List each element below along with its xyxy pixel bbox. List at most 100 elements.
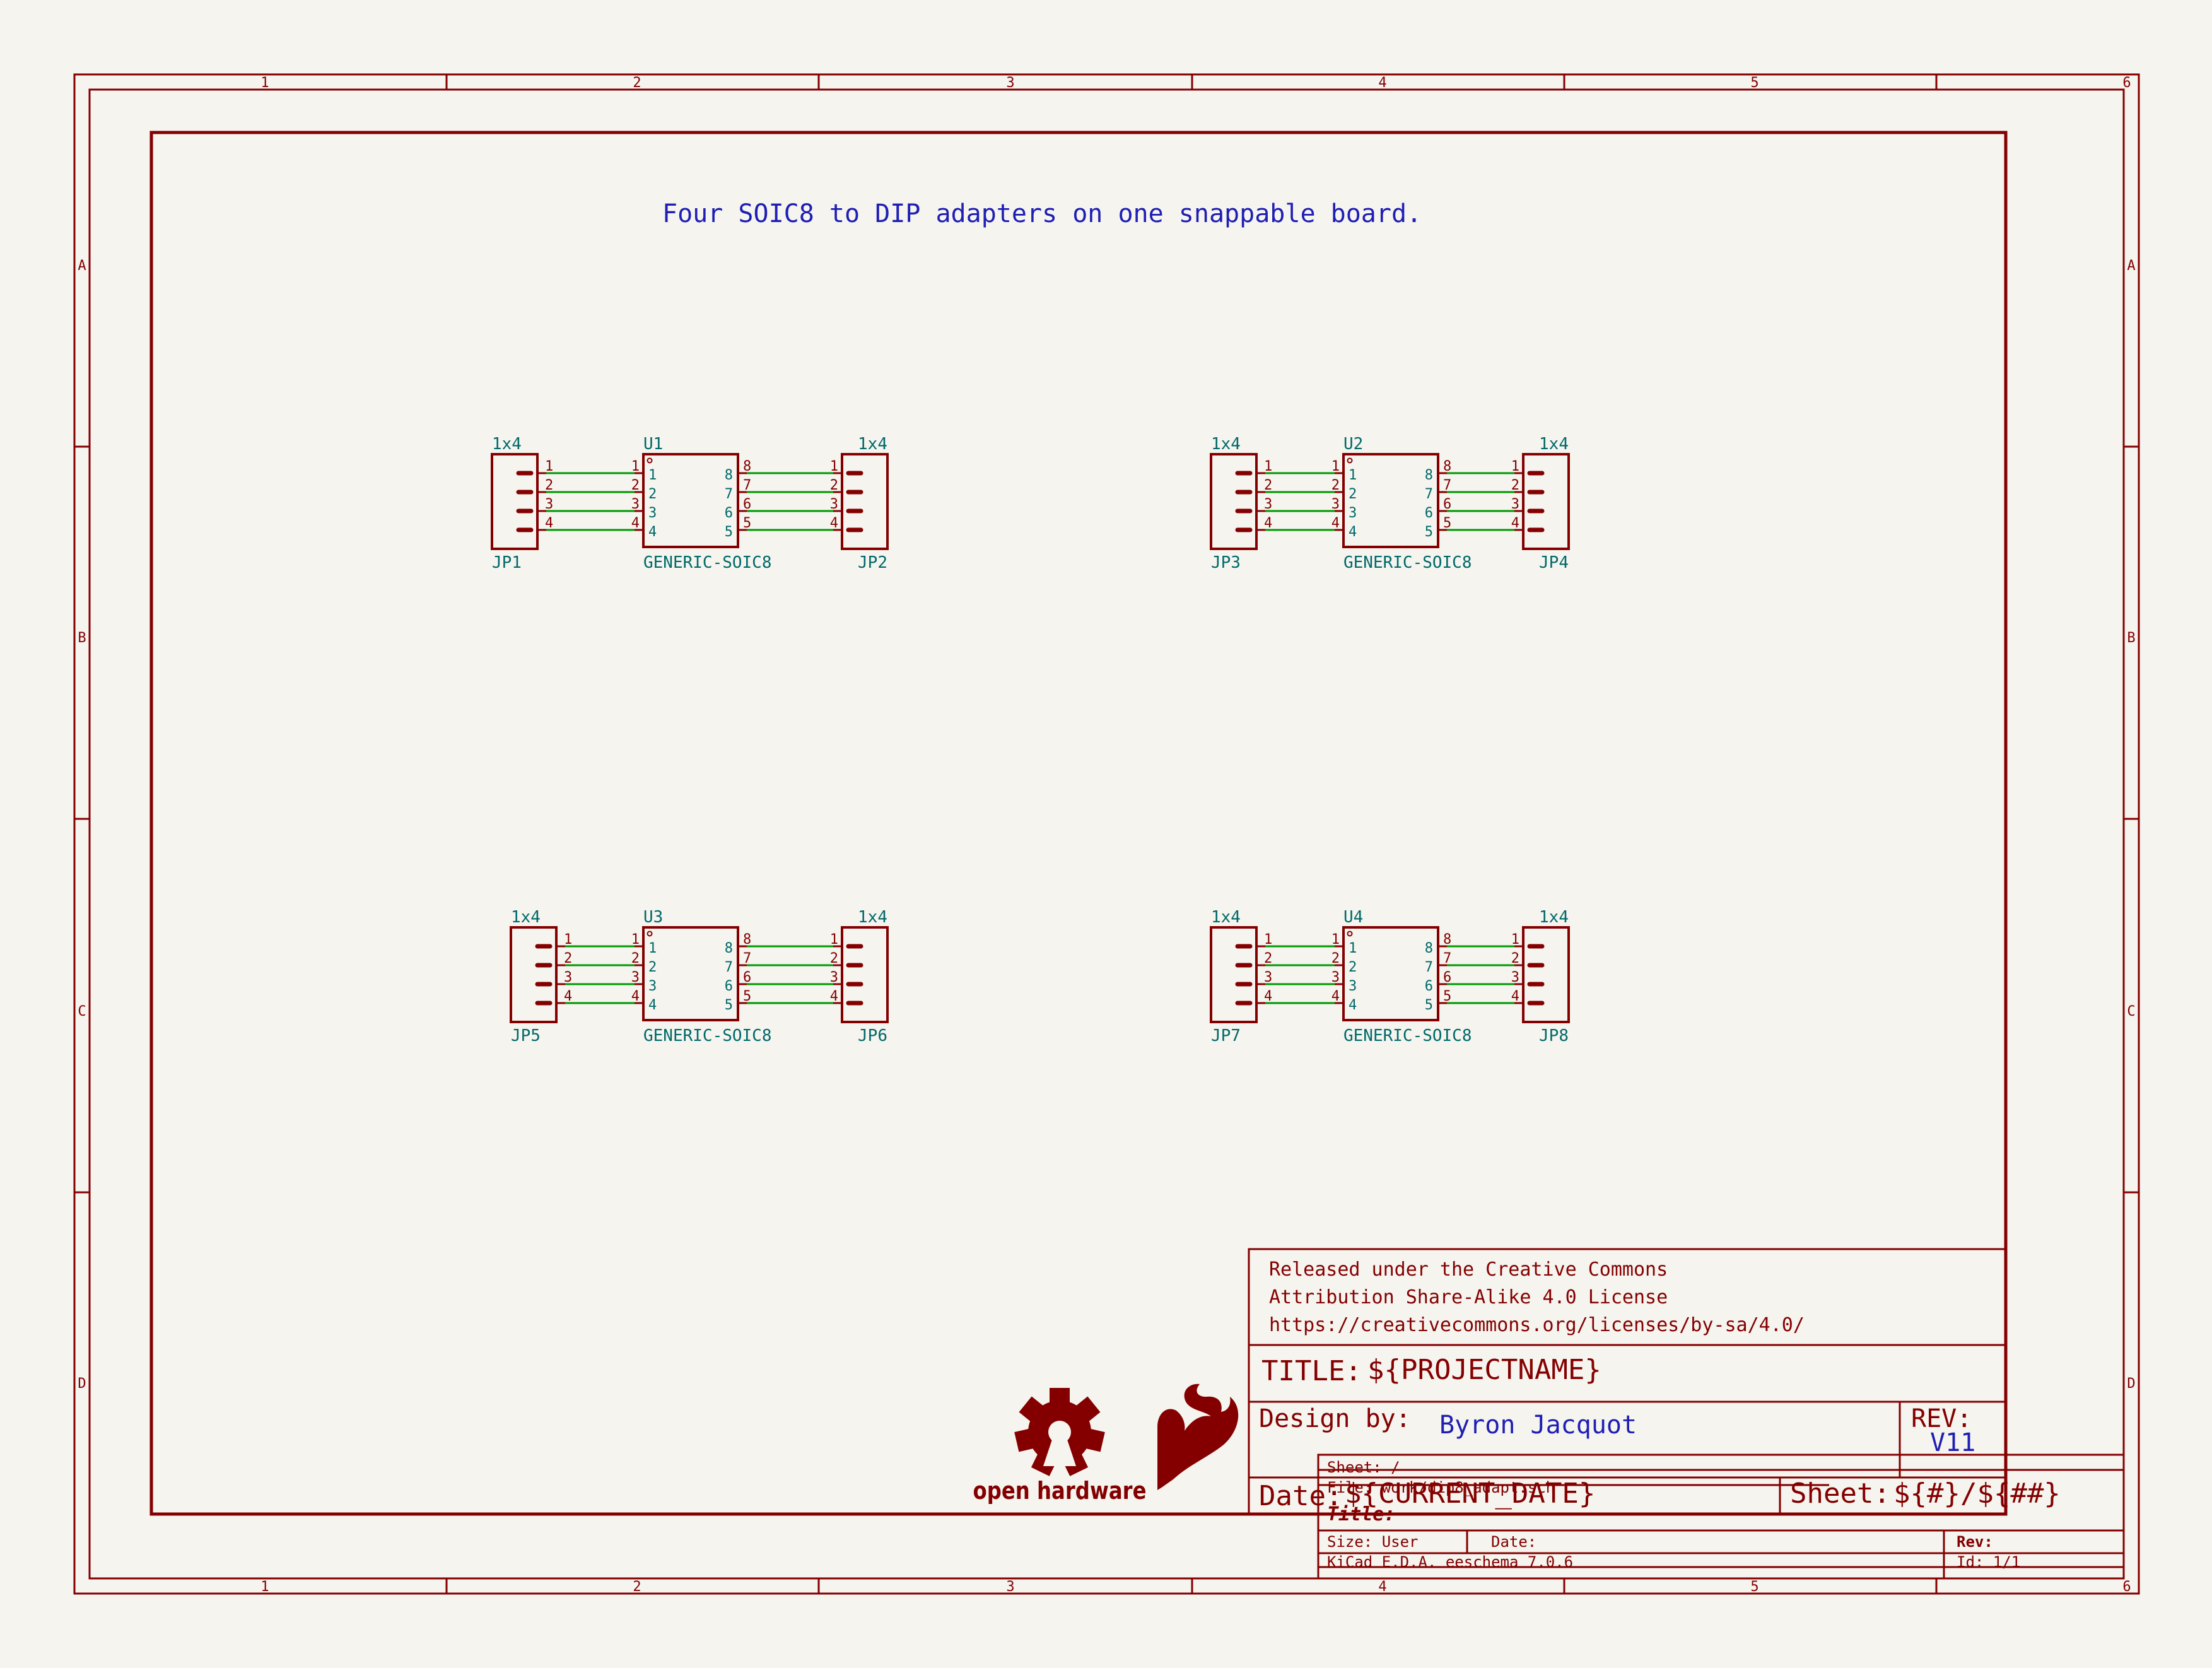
pin-name: 2 (648, 486, 657, 502)
soic-body (1342, 453, 1439, 548)
frame-column-label: 3 (1006, 75, 1014, 91)
pin-number: 2 (631, 478, 640, 493)
kicad-sheet-path: Sheet: / (1327, 1459, 1400, 1476)
pin-name: 2 (648, 960, 657, 975)
pin-number: 1 (1331, 459, 1340, 474)
pin-number: 3 (545, 496, 553, 512)
header-symbol-left (511, 927, 556, 1022)
pin-name: 2 (1349, 486, 1357, 502)
header-ref: JP6 (858, 1026, 887, 1045)
pin-name: 2 (1349, 960, 1357, 975)
pin-number: 1 (830, 932, 838, 948)
frame-column-label: 5 (1750, 1579, 1758, 1595)
pin-name: 7 (725, 486, 733, 502)
pin-name: 7 (1425, 960, 1433, 975)
adapter-2: 1x4JP3U2GENERIC-SOIC81x4JP41 1 8 11 82 2 7 22 73… (1211, 435, 1569, 572)
pin-number: 1 (1511, 459, 1519, 474)
header-body (1211, 454, 1256, 549)
pin-number: 2 (1511, 478, 1519, 493)
schematic-sheet: 112233445566A AB BC CD D Four SOIC8 to DIP a… (73, 73, 2140, 1595)
pin-number: 2 (1264, 478, 1272, 493)
frame-column-label: 2 (633, 75, 641, 91)
pin-number: 2 (631, 951, 640, 966)
pin-number: 2 (1331, 951, 1340, 966)
design-by-label: Design by: (1259, 1404, 1411, 1433)
license-line: Released under the Creative Commons (1269, 1259, 1668, 1281)
kicad-file-name: File: work/dip8_adapt.sch (1327, 1479, 1555, 1496)
kicad-rev: Rev: (1957, 1533, 1993, 1551)
frame-column-label: 6 (2122, 1579, 2131, 1595)
adapter-4: 1x4JP7U4GENERIC-SOIC81x4JP81 1 8 11 82 2 7 22 73… (1211, 908, 1569, 1045)
pin-number: 1 (830, 459, 838, 474)
frame-column-label: 1 (260, 75, 269, 91)
pin-name: 1 (1349, 467, 1357, 483)
gear-icon (1014, 1388, 1105, 1476)
pin-number: 5 (1443, 989, 1451, 1004)
kicad-tool: KiCad E.D.A. eeschema 7.0.6 (1327, 1553, 1573, 1571)
frame-column-label: 4 (1378, 1579, 1386, 1595)
title-label: TITLE: (1261, 1355, 1362, 1387)
pin-number: 4 (1264, 989, 1272, 1004)
designer-name: Byron Jacquot (1439, 1411, 1637, 1440)
header-value: 1x4 (492, 435, 522, 454)
license-line: Attribution Share-Alike 4.0 License (1269, 1286, 1668, 1308)
pin-number: 8 (1443, 459, 1451, 474)
pin-number: 8 (1443, 932, 1451, 948)
pin-number: 4 (830, 515, 838, 531)
frame-row-label: B (78, 630, 86, 646)
adapter-group: 1x4JP1U1GENERIC-SOIC81x4JP21 1 8 11 82 2 7 22 73… (492, 435, 1569, 1045)
pin-number: 1 (1511, 932, 1519, 948)
pin-number: 1 (1331, 932, 1340, 948)
pin-name: 5 (1425, 997, 1433, 1013)
pin-name: 6 (725, 505, 733, 521)
pin-number: 2 (564, 951, 572, 966)
rev-value: V11 (1930, 1428, 1975, 1457)
frame-column-label: 2 (633, 1579, 641, 1595)
chip-value: GENERIC-SOIC8 (1343, 1026, 1472, 1045)
frame-row-label: C (78, 1004, 86, 1019)
pin-number: 2 (1264, 951, 1272, 966)
pin-number: 3 (1331, 970, 1340, 985)
pin-number: 3 (631, 496, 640, 512)
header-body (511, 927, 556, 1022)
header-value: 1x4 (1211, 435, 1241, 454)
pin-number: 4 (631, 515, 640, 531)
pin-number: 4 (1331, 515, 1340, 531)
pin-name: 1 (648, 467, 657, 483)
pin-name: 6 (725, 978, 733, 994)
pin-name: 4 (648, 524, 657, 540)
frame-row-label: B (2127, 630, 2135, 646)
pin-number: 4 (1264, 515, 1272, 531)
header-ref: JP1 (492, 553, 522, 572)
pin-name: 3 (1349, 978, 1357, 994)
pin-number: 5 (743, 989, 751, 1004)
adapter-1: 1x4JP1U1GENERIC-SOIC81x4JP21 1 8 11 82 2 7 22 73… (492, 435, 887, 572)
pin-name: 1 (1349, 941, 1357, 956)
drawing-border (149, 131, 2008, 1516)
adapter-3: 1x4JP5U3GENERIC-SOIC81x4JP61 1 8 11 82 2 7 22 73… (511, 908, 887, 1045)
pin-name: 4 (1349, 997, 1357, 1013)
pin-name: 5 (725, 997, 733, 1013)
pin-number: 3 (830, 970, 838, 985)
sheet-label: Sheet: (1790, 1477, 1890, 1510)
header-symbol-left (1211, 454, 1256, 549)
header-body (842, 454, 887, 549)
pin-number: 7 (743, 951, 751, 966)
kicad-size: Size: User (1327, 1533, 1419, 1551)
header-ref: JP2 (858, 553, 887, 572)
frame-row-label: A (2127, 258, 2135, 274)
frame-row-label: D (2127, 1376, 2135, 1392)
pin-number: 7 (1443, 478, 1451, 493)
header-value: 1x4 (511, 908, 541, 927)
pin-number: 1 (545, 459, 553, 474)
open-hardware-logo: open hardware (973, 1388, 1147, 1505)
pin-number: 2 (830, 478, 838, 493)
header-value: 1x4 (858, 908, 887, 927)
pin-number: 4 (1511, 989, 1519, 1004)
pin-number: 6 (1443, 970, 1451, 985)
pin-number: 3 (564, 970, 572, 985)
header-ref: JP4 (1539, 553, 1569, 572)
header-ref: JP5 (511, 1026, 541, 1045)
pin-number: 4 (631, 989, 640, 1004)
header-ref: JP3 (1211, 553, 1241, 572)
